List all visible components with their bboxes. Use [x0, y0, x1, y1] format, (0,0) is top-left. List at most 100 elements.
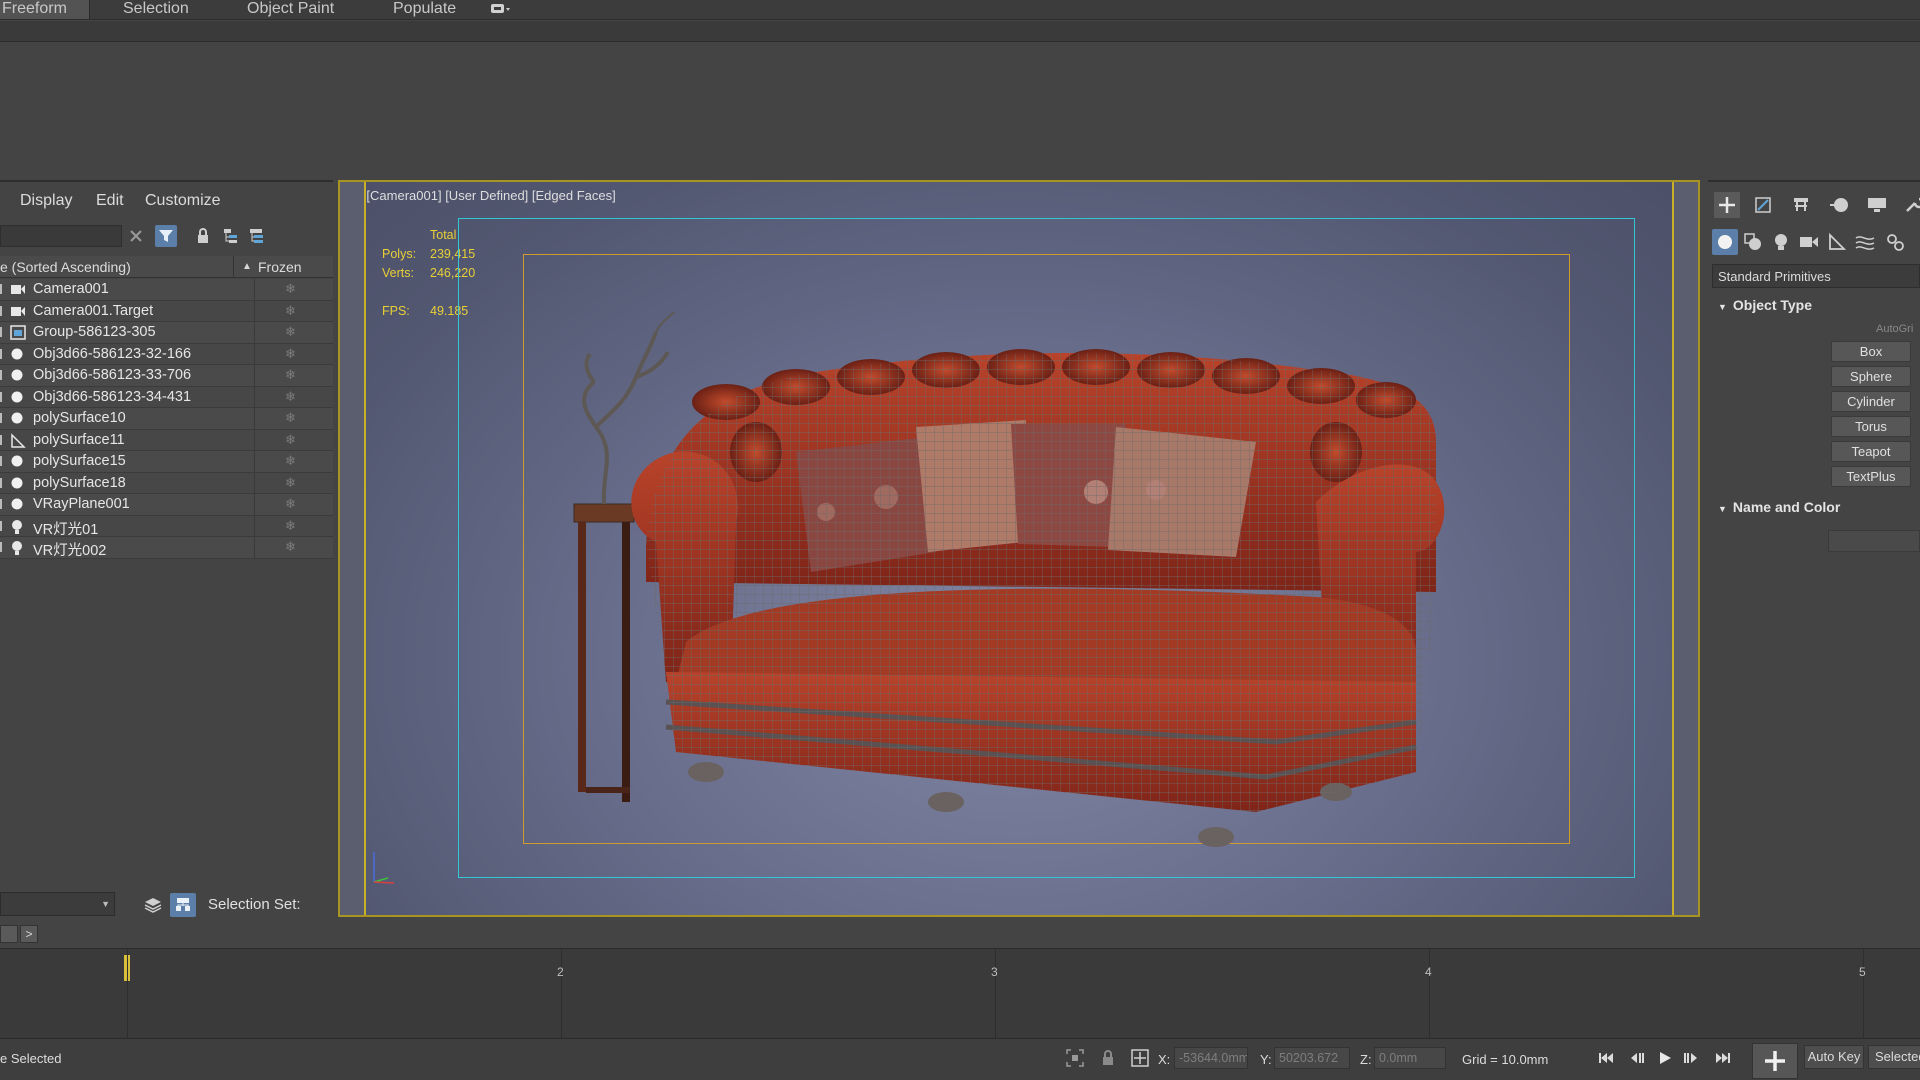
selected-dropdown[interactable]: Selected — [1868, 1045, 1920, 1069]
cylinder-button[interactable]: Cylinder — [1831, 391, 1911, 412]
frozen-cell[interactable]: ❄ — [254, 494, 333, 515]
scene-object-row[interactable]: VR灯光002 ❄ — [0, 537, 333, 559]
selection-set-icon[interactable] — [170, 893, 196, 917]
display-tab-icon[interactable] — [1866, 194, 1888, 216]
frozen-cell[interactable]: ❄ — [254, 322, 333, 343]
scene-object-row[interactable]: Obj3d66-586123-33-706 ❄ — [0, 365, 333, 387]
menu-edit[interactable]: Edit — [96, 192, 124, 210]
frozen-cell[interactable]: ❄ — [254, 537, 333, 558]
textplus-button[interactable]: TextPlus — [1831, 466, 1911, 487]
hierarchy-icon[interactable] — [220, 225, 242, 247]
scene-object-row[interactable]: Obj3d66-586123-32-166 ❄ — [0, 343, 333, 365]
visibility-toggle-icon[interactable] — [0, 499, 5, 509]
absolute-mode-icon[interactable] — [1129, 1047, 1151, 1069]
visibility-toggle-icon[interactable] — [0, 284, 5, 294]
filter-icon[interactable] — [155, 225, 177, 247]
lights-icon[interactable] — [1770, 231, 1792, 253]
object-type-rollout[interactable]: ▼ Object Type — [1712, 297, 1920, 319]
scene-object-row[interactable]: polySurface18 ❄ — [0, 472, 333, 494]
scene-object-row[interactable]: VRayPlane001 ❄ — [0, 494, 333, 516]
primitive-category-dropdown[interactable]: Standard Primitives — [1712, 264, 1920, 288]
column-frozen[interactable]: Frozen — [258, 259, 302, 275]
previous-frame-icon[interactable] — [1626, 1047, 1648, 1069]
clear-search-icon[interactable] — [125, 225, 147, 247]
scene-object-row[interactable]: Camera001 ❄ — [0, 279, 333, 301]
layer-dropdown[interactable]: ▼ — [0, 892, 115, 916]
systems-icon[interactable] — [1884, 231, 1906, 253]
go-to-start-icon[interactable] — [1595, 1047, 1617, 1069]
frozen-cell[interactable]: ❄ — [254, 451, 333, 472]
next-frame-icon[interactable] — [1680, 1047, 1702, 1069]
frozen-cell[interactable]: ❄ — [254, 279, 333, 300]
visibility-toggle-icon[interactable] — [0, 413, 5, 423]
visibility-toggle-icon[interactable] — [0, 542, 5, 552]
frozen-cell[interactable]: ❄ — [254, 515, 333, 537]
ribbon-tab-object-paint[interactable]: Object Paint — [247, 0, 334, 20]
sofa-model[interactable] — [556, 252, 1536, 882]
frozen-cell[interactable]: ❄ — [254, 472, 333, 494]
viewport-label[interactable]: [+] [Camera001] [User Defined] [Edged Fa… — [366, 188, 616, 203]
utilities-tab-icon[interactable] — [1902, 194, 1920, 216]
scene-object-row[interactable]: polySurface11 ❄ — [0, 429, 333, 451]
visibility-toggle-icon[interactable] — [0, 520, 5, 531]
visibility-toggle-icon[interactable] — [0, 348, 5, 359]
sphere-button[interactable]: Sphere — [1831, 366, 1911, 387]
scene-object-row[interactable]: Obj3d66-586123-34-431 ❄ — [0, 386, 333, 408]
cameras-icon[interactable] — [1798, 231, 1820, 253]
frozen-cell[interactable]: ❄ — [254, 343, 333, 365]
visibility-toggle-icon[interactable] — [0, 327, 5, 337]
play-icon[interactable] — [1654, 1047, 1676, 1069]
autogrid-checkbox[interactable]: AutoGri — [1876, 323, 1913, 335]
scene-object-row[interactable]: Camera001.Target ❄ — [0, 300, 333, 322]
hierarchy-tab-icon[interactable] — [1790, 194, 1812, 216]
x-coordinate-field[interactable]: -53644.0mm — [1174, 1047, 1248, 1069]
go-to-end-icon[interactable] — [1712, 1047, 1734, 1069]
visibility-toggle-icon[interactable] — [0, 370, 5, 380]
frozen-cell[interactable]: ❄ — [254, 408, 333, 429]
scene-object-row[interactable]: VR灯光01 ❄ — [0, 515, 333, 538]
teapot-button[interactable]: Teapot — [1831, 441, 1911, 462]
layer-hierarchy-icon[interactable] — [246, 225, 268, 247]
modify-tab-icon[interactable] — [1752, 194, 1774, 216]
ribbon-options-icon[interactable] — [490, 2, 512, 22]
visibility-toggle-icon[interactable] — [0, 391, 5, 402]
visibility-toggle-icon[interactable] — [0, 305, 5, 316]
name-and-color-rollout[interactable]: ▼ Name and Color — [1712, 499, 1920, 521]
visibility-toggle-icon[interactable] — [0, 477, 5, 488]
column-name-sorted[interactable]: e (Sorted Ascending) — [0, 259, 131, 275]
explorer-search-input[interactable] — [0, 225, 122, 247]
frozen-cell[interactable]: ❄ — [254, 429, 333, 451]
layers-icon[interactable] — [142, 894, 164, 916]
visibility-toggle-icon[interactable] — [0, 434, 5, 445]
ribbon-tab-populate[interactable]: Populate — [393, 0, 456, 20]
scene-object-row[interactable]: polySurface15 ❄ — [0, 451, 333, 473]
frozen-cell[interactable]: ❄ — [254, 300, 333, 322]
frozen-cell[interactable]: ❄ — [254, 365, 333, 386]
create-tab-icon[interactable] — [1714, 192, 1740, 218]
z-coordinate-field[interactable]: 0.0mm — [1374, 1047, 1446, 1069]
space-warps-icon[interactable] — [1854, 231, 1876, 253]
motion-tab-icon[interactable] — [1828, 194, 1850, 216]
menu-display[interactable]: Display — [20, 192, 72, 210]
menu-customize[interactable]: Customize — [145, 192, 221, 210]
y-coordinate-field[interactable]: 50203.672 — [1274, 1047, 1350, 1069]
set-key-button[interactable] — [1752, 1043, 1798, 1079]
scene-object-row[interactable]: polySurface10 ❄ — [0, 408, 333, 430]
auto-key-button[interactable]: Auto Key — [1804, 1045, 1864, 1069]
next-frame-button[interactable]: > — [20, 925, 38, 943]
object-name-field[interactable] — [1828, 530, 1920, 552]
shapes-icon[interactable] — [1742, 231, 1764, 253]
lock-icon[interactable] — [192, 225, 214, 247]
time-slider[interactable]: > — [0, 925, 1920, 947]
scene-object-row[interactable]: Group-586123-305 ❄ — [0, 322, 333, 344]
ribbon-tab-selection[interactable]: Selection — [123, 0, 189, 20]
camera-viewport[interactable]: [+] [Camera001] [User Defined] [Edged Fa… — [364, 182, 1674, 915]
helpers-icon[interactable] — [1826, 231, 1848, 253]
track-bar[interactable]: 2 3 4 5 — [0, 948, 1920, 1039]
selection-lock-icon[interactable] — [1097, 1047, 1119, 1069]
torus-button[interactable]: Torus — [1831, 416, 1911, 437]
time-slider-handle[interactable] — [0, 925, 18, 943]
visibility-toggle-icon[interactable] — [0, 456, 5, 466]
box-button[interactable]: Box — [1831, 341, 1911, 362]
frozen-cell[interactable]: ❄ — [254, 386, 333, 408]
